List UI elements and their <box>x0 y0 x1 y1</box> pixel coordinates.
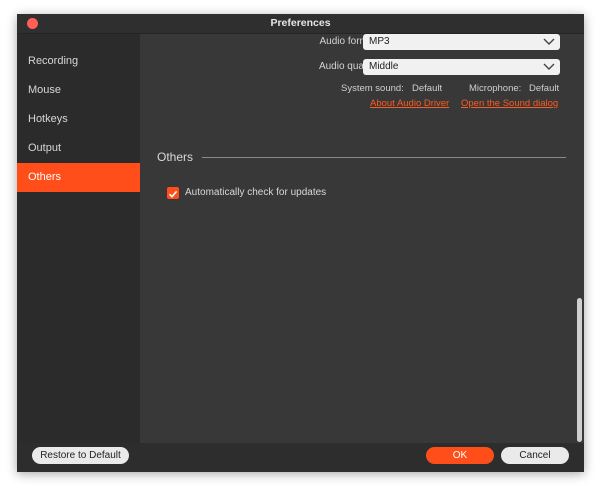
auto-update-checkbox[interactable] <box>167 187 179 199</box>
checkmark-icon <box>168 190 178 198</box>
vertical-scrollbar[interactable] <box>577 298 582 442</box>
ok-button[interactable]: OK <box>426 447 494 464</box>
preferences-window: Preferences Recording Mouse Hotkeys Outp… <box>17 14 584 472</box>
window-title: Preferences <box>270 17 331 29</box>
chevron-down-icon <box>543 63 555 70</box>
sidebar-item-recording[interactable]: Recording <box>17 47 140 76</box>
audio-quality-value: Middle <box>369 61 399 72</box>
microphone-value: Default <box>529 83 560 94</box>
system-sound-label: System sound: <box>341 83 404 94</box>
sidebar-item-hotkeys[interactable]: Hotkeys <box>17 105 140 134</box>
about-audio-driver-link[interactable]: About Audio Driver <box>370 98 449 109</box>
sidebar-item-mouse[interactable]: Mouse <box>17 76 140 105</box>
open-sound-dialog-link[interactable]: Open the Sound dialog <box>461 98 558 109</box>
chevron-down-icon <box>543 38 555 45</box>
audio-quality-select[interactable]: Middle <box>363 59 560 75</box>
system-sound-value: Default <box>412 83 443 94</box>
others-section-title: Others <box>157 150 194 164</box>
sidebar-item-output[interactable]: Output <box>17 134 140 163</box>
content-pane: Audio format: MP3 Audio quality: Middle … <box>140 34 584 443</box>
auto-update-label: Automatically check for updates <box>185 187 327 198</box>
audio-format-select[interactable]: MP3 <box>363 34 560 50</box>
microphone-label: Microphone: <box>469 83 522 94</box>
sidebar-item-others[interactable]: Others <box>17 163 140 192</box>
audio-format-value: MP3 <box>369 36 390 47</box>
cancel-button[interactable]: Cancel <box>501 447 569 464</box>
title-bar: Preferences <box>17 14 584 34</box>
sidebar: Recording Mouse Hotkeys Output Others <box>17 34 140 443</box>
section-divider <box>202 157 566 158</box>
footer-bar: Restore to Default OK Cancel <box>17 443 584 472</box>
restore-default-button[interactable]: Restore to Default <box>32 447 129 464</box>
